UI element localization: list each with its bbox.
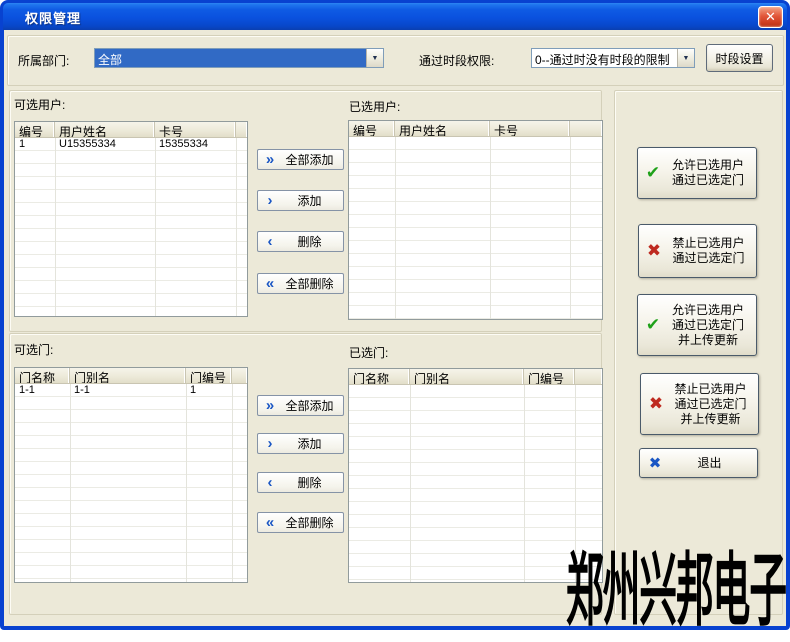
chevron-right-icon: ›: [258, 435, 282, 453]
selected-doors-table[interactable]: 门名称 门别名 门编号: [348, 368, 603, 583]
selected-doors-label: 已选门:: [349, 344, 388, 361]
chevron-down-icon[interactable]: ▼: [677, 49, 694, 67]
window-title: 权限管理: [25, 8, 81, 27]
doors-remove-all-button[interactable]: « 全部删除: [257, 512, 344, 533]
user-name-cell: U15355334: [55, 138, 155, 151]
table-row[interactable]: 1-1 1-1 1: [15, 384, 247, 397]
chevron-right-icon: ›: [258, 192, 282, 210]
double-chevron-left-icon: «: [258, 275, 282, 293]
column-header[interactable]: 用户姓名: [55, 122, 155, 137]
chevron-down-icon[interactable]: ▼: [366, 49, 383, 67]
door-id-cell: 1: [186, 384, 232, 397]
column-header[interactable]: 门别名: [410, 369, 524, 384]
column-header[interactable]: 门编号: [524, 369, 575, 384]
double-chevron-right-icon: »: [258, 151, 282, 169]
column-header-filler: [232, 368, 247, 383]
double-chevron-left-icon: «: [258, 514, 282, 532]
exit-button[interactable]: ✖ 退出: [639, 448, 758, 478]
users-remove-all-button[interactable]: « 全部删除: [257, 273, 344, 294]
cross-icon: ✖: [641, 394, 671, 414]
client-area: 所属部门: 全部 ▼ 通过时段权限: 0--通过时没有时段的限制 ▼ 时段设置 …: [4, 30, 786, 626]
available-users-label: 可选用户:: [14, 96, 65, 113]
selected-users-label: 已选用户:: [349, 98, 400, 115]
column-header[interactable]: 编号: [349, 121, 395, 136]
time-permission-label: 通过时段权限:: [419, 52, 494, 69]
doors-add-all-button[interactable]: » 全部添加: [257, 395, 344, 416]
doors-remove-button[interactable]: ‹ 删除: [257, 472, 344, 493]
department-label: 所属部门:: [18, 52, 69, 69]
chevron-left-icon: ‹: [258, 474, 282, 492]
check-icon: ✔: [638, 163, 668, 183]
door-alias-cell: 1-1: [70, 384, 186, 397]
deny-users-upload-button[interactable]: ✖ 禁止已选用户通过已选定门并上传更新: [640, 373, 759, 435]
column-header[interactable]: 编号: [15, 122, 55, 137]
user-id-cell: 1: [15, 138, 55, 151]
column-header-filler: [575, 369, 602, 384]
cross-icon: ✖: [639, 241, 669, 261]
time-settings-button[interactable]: 时段设置: [706, 44, 773, 72]
card-number-cell: 15355334: [155, 138, 236, 151]
users-add-all-button[interactable]: » 全部添加: [257, 149, 344, 170]
doors-add-button[interactable]: › 添加: [257, 433, 344, 454]
column-header[interactable]: 门别名: [70, 368, 186, 383]
check-icon: ✔: [638, 315, 668, 335]
users-add-button[interactable]: › 添加: [257, 190, 344, 211]
door-name-cell: 1-1: [15, 384, 70, 397]
vendor-watermark: 郑州兴邦电子: [566, 526, 786, 642]
cross-icon: ✖: [640, 454, 670, 472]
permission-management-window: 权限管理 ✕ 所属部门: 全部 ▼ 通过时段权限: 0--通过时没有时段的限制 …: [0, 0, 790, 630]
double-chevron-right-icon: »: [258, 397, 282, 415]
allow-users-button[interactable]: ✔ 允许已选用户通过已选定门: [637, 147, 757, 199]
column-header[interactable]: 卡号: [155, 122, 236, 137]
close-icon[interactable]: ✕: [758, 6, 783, 28]
time-permission-select[interactable]: 0--通过时没有时段的限制 ▼: [531, 48, 695, 68]
selected-users-table[interactable]: 编号 用户姓名 卡号: [348, 120, 603, 320]
available-doors-label: 可选门:: [14, 341, 53, 358]
column-header[interactable]: 门名称: [15, 368, 70, 383]
column-header[interactable]: 门名称: [349, 369, 410, 384]
department-value: 全部: [95, 49, 366, 67]
deny-users-button[interactable]: ✖ 禁止已选用户通过已选定门: [638, 224, 757, 278]
allow-users-upload-button[interactable]: ✔ 允许已选用户通过已选定门 并上传更新: [637, 294, 757, 356]
time-permission-value: 0--通过时没有时段的限制: [532, 49, 677, 67]
column-header[interactable]: 门编号: [186, 368, 232, 383]
available-doors-table[interactable]: 门名称 门别名 门编号 1-1 1-1 1: [14, 367, 248, 583]
titlebar[interactable]: 权限管理 ✕: [3, 3, 787, 30]
column-header[interactable]: 用户姓名: [395, 121, 490, 136]
column-header[interactable]: 卡号: [490, 121, 570, 136]
users-remove-button[interactable]: ‹ 删除: [257, 231, 344, 252]
chevron-left-icon: ‹: [258, 233, 282, 251]
department-select[interactable]: 全部 ▼: [94, 48, 384, 68]
available-users-table[interactable]: 编号 用户姓名 卡号 1 U15355334 15355334: [14, 121, 248, 317]
column-header-filler: [570, 121, 602, 136]
table-row[interactable]: 1 U15355334 15355334: [15, 138, 247, 151]
column-header-filler: [236, 122, 247, 137]
